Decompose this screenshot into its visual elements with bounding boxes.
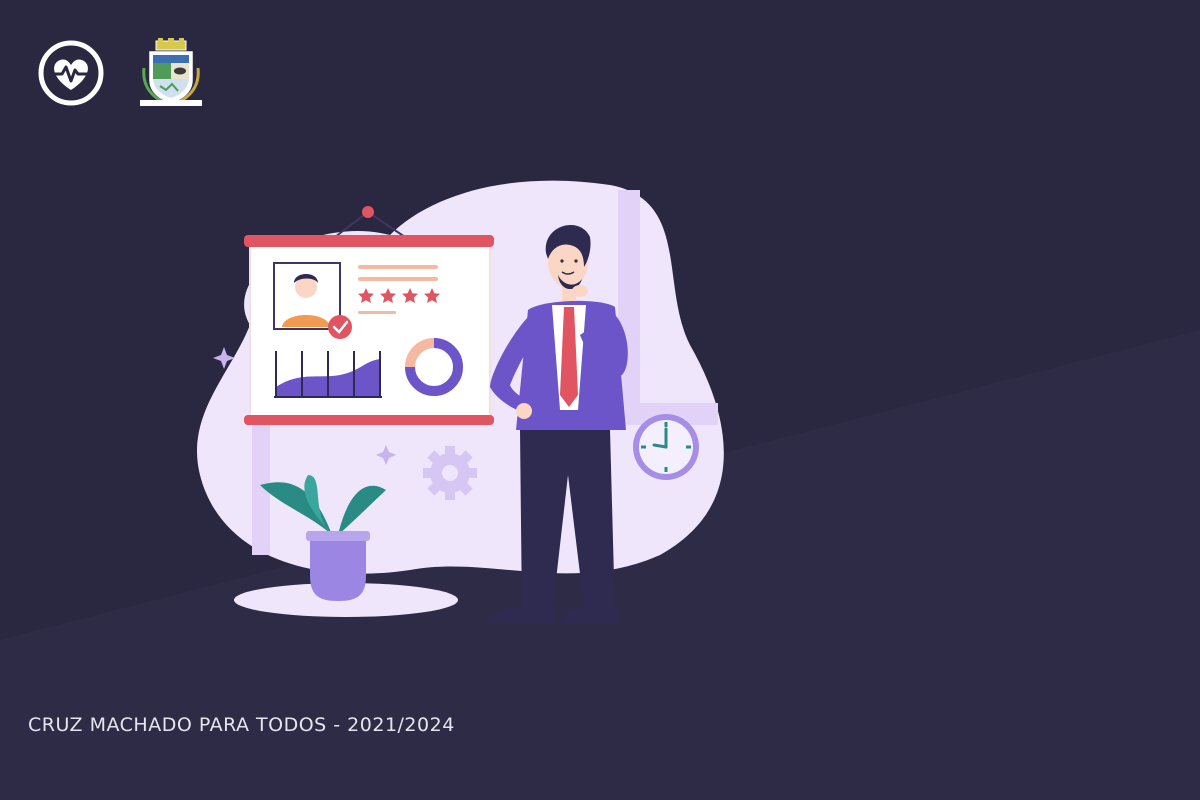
heart-pulse-icon — [38, 40, 104, 106]
clock-icon — [633, 414, 699, 480]
municipal-crest-icon — [140, 38, 202, 106]
presentation-illustration — [196, 180, 724, 623]
check-badge — [328, 315, 352, 339]
footer-caption: CRUZ MACHADO PARA TODOS - 2021/2024 — [28, 714, 455, 736]
gear-icon — [423, 446, 477, 500]
